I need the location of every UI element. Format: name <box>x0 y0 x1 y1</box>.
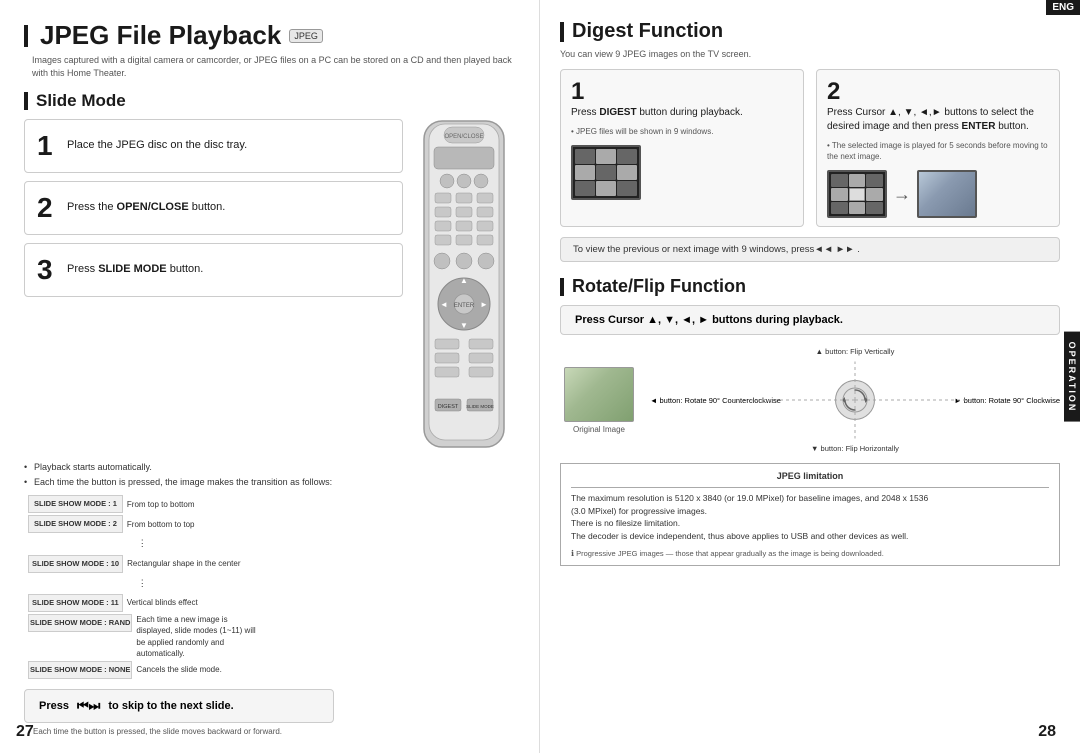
step-1-box: 1 Place the JPEG disc on the disc tray. <box>24 119 403 173</box>
original-image-container: Original Image <box>564 367 634 434</box>
svg-text:ENTER: ENTER <box>454 303 475 309</box>
step-2-number: 2 <box>37 192 57 224</box>
remote-svg: OPEN/CLOSE <box>409 119 519 449</box>
mode-desc-11: Vertical blinds effect <box>127 595 198 610</box>
page-title: JPEG File Playback <box>40 20 281 51</box>
svg-text:▲: ▲ <box>460 276 468 285</box>
digest-arrow: → <box>893 184 911 205</box>
mode-label-none: SLIDE SHOW MODE : NONE <box>28 661 132 679</box>
skip-text-post: to skip to the next slide. <box>108 700 233 712</box>
digest-step-1-number: 1 <box>571 78 793 106</box>
step-2-box: 2 Press the OPEN/CLOSE button. <box>24 181 403 235</box>
svg-text:►: ► <box>480 300 488 309</box>
rotate-label-bottom: ▼ button: Flip Horizontally <box>811 444 899 453</box>
digest-steps-container: 1 Press DIGEST button during playback. •… <box>560 69 1060 227</box>
nav-hint-text: To view the previous or next image with … <box>573 244 860 255</box>
step-1-number: 1 <box>37 130 57 162</box>
jpeg-limitation-box: JPEG limitation The maximum resolution i… <box>560 463 1060 566</box>
jpeg-limit-note: ℹ Progressive JPEG images — those that a… <box>571 548 1049 560</box>
page-subtitle: Images captured with a digital camera or… <box>32 54 519 79</box>
operation-badge: OPERATION <box>1064 331 1080 422</box>
remote-control-image: OPEN/CLOSE <box>409 119 519 452</box>
mode-label-10: SLIDE SHOW MODE : 10 <box>28 555 123 573</box>
svg-text:SLIDE MODE: SLIDE MODE <box>466 404 494 409</box>
nav-hint: To view the previous or next image with … <box>560 237 1060 262</box>
svg-text:▼: ▼ <box>460 321 468 330</box>
step-2-text: Press the OPEN/CLOSE button. <box>67 200 225 215</box>
rotate-instruction-box: Press Cursor ▲, ▼, ◄, ► buttons during p… <box>560 305 1060 335</box>
step-3-text: Press SLIDE MODE button. <box>67 262 203 277</box>
mode-label-11: SLIDE SHOW MODE : 11 <box>28 594 123 612</box>
jpeg-limit-line-4: The decoder is device independent, thus … <box>571 530 1049 543</box>
section-bar-main <box>24 25 28 47</box>
rotate-center-circle <box>835 380 875 420</box>
digest-step-2-text: Press Cursor ▲, ▼, ◄,► buttons to select… <box>827 106 1049 134</box>
jpeg-limit-line-3: There is no filesize limitation. <box>571 517 1049 530</box>
rotate-title: Rotate/Flip Function <box>572 276 746 297</box>
slide-mode-title: Slide Mode <box>36 91 126 111</box>
digest-step-1-note: • JPEG files will be shown in 9 windows. <box>571 126 793 137</box>
step-1-text: Place the JPEG disc on the disc tray. <box>67 138 247 153</box>
digest-step-2-number: 2 <box>827 78 1049 106</box>
svg-text:DIGEST: DIGEST <box>438 404 459 410</box>
digest-grid-image <box>571 145 641 200</box>
rotate-label-top: ▲ button: Flip Vertically <box>816 347 895 356</box>
eng-badge: ENG <box>1046 0 1080 15</box>
skip-note: • Each time the button is pressed, the s… <box>28 727 519 736</box>
mode-label-rand: SLIDE SHOW MODE : RAND <box>28 614 132 632</box>
mode-label-2: SLIDE SHOW MODE : 2 <box>28 515 123 533</box>
jpeg-limit-line-2: (3.0 MPixel) for progressive images. <box>571 505 1049 518</box>
rotate-label-right: ► button: Rotate 90° Clockwise <box>954 394 1060 406</box>
digest-title: Digest Function <box>572 20 723 43</box>
step-3-box: 3 Press SLIDE MODE button. <box>24 243 403 297</box>
rotate-label-left: ◄ button: Rotate 90° Counterclockwise <box>650 394 781 406</box>
mode-desc-1: From top to bottom <box>127 497 195 512</box>
rotate-box-text: Press Cursor ▲, ▼, ◄, ► buttons during p… <box>575 314 843 326</box>
left-page: JPEG File Playback JPEG Images captured … <box>0 0 540 753</box>
digest-step-1: 1 Press DIGEST button during playback. •… <box>560 69 804 227</box>
digest-step-1-text: Press DIGEST button during playback. <box>571 106 793 120</box>
skip-area: Press ⏮⏭ to skip to the next slide. <box>24 689 334 723</box>
rotate-arrows-icon <box>841 386 869 414</box>
original-image <box>564 367 634 422</box>
page-number-right: 28 <box>1038 723 1056 741</box>
mode-desc-rand: Each time a new image is displayed, slid… <box>136 614 256 659</box>
digest-single-image <box>917 170 977 218</box>
page-number-left: 27 <box>16 723 34 741</box>
svg-text:◄: ◄ <box>440 300 448 309</box>
digest-step2-grid <box>827 170 887 218</box>
bullet-notes: Playback starts automatically. Each time… <box>24 460 519 489</box>
section-bar-digest <box>560 22 564 42</box>
section-bar-rotate <box>560 278 564 296</box>
mode-desc-none: Cancels the slide mode. <box>136 662 221 677</box>
original-label: Original Image <box>564 425 634 434</box>
digest-step-2: 2 Press Cursor ▲, ▼, ◄,► buttons to sele… <box>816 69 1060 227</box>
jpeg-limitation-title: JPEG limitation <box>571 470 1049 488</box>
rotate-diagram: Original Image ▲ button: Flip Vertically <box>564 345 1060 455</box>
mode-label-1: SLIDE SHOW MODE : 1 <box>28 495 123 513</box>
jpeg-limit-line-1: The maximum resolution is 5120 x 3840 (o… <box>571 492 1049 505</box>
digest-step-2-note: • The selected image is played for 5 sec… <box>827 140 1049 162</box>
digest-intro: You can view 9 JPEG images on the TV scr… <box>560 49 1060 59</box>
skip-icons: ⏮⏭ <box>77 698 100 714</box>
section-bar-slide <box>24 92 28 110</box>
jpeg-badge: JPEG <box>289 29 323 43</box>
skip-text-pre: Press <box>39 700 69 712</box>
step-3-number: 3 <box>37 254 57 286</box>
svg-text:OPEN/CLOSE: OPEN/CLOSE <box>444 134 483 140</box>
mode-desc-10: Rectangular shape in the center <box>127 556 240 571</box>
mode-desc-2: From bottom to top <box>127 517 195 532</box>
right-page: ENG Digest Function You can view 9 JPEG … <box>540 0 1080 753</box>
